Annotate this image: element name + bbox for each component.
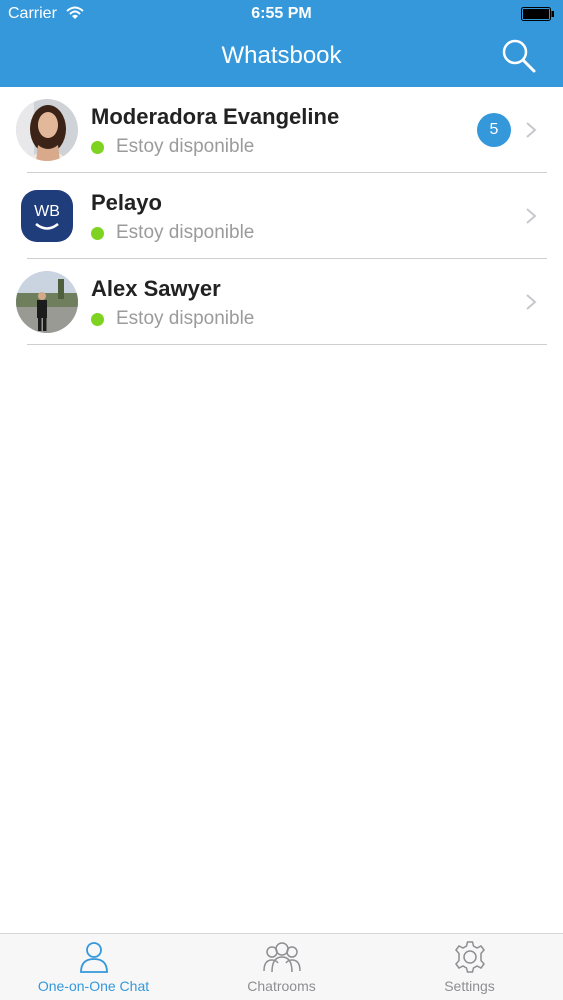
avatar-initials: WB	[34, 203, 60, 220]
presence-status: Estoy disponible	[116, 222, 255, 243]
status-bar: Carrier 6:55 PM	[0, 0, 563, 30]
battery-icon	[521, 7, 554, 21]
app-screen: Carrier 6:55 PM Whatsbook Moderadora Eva…	[0, 0, 563, 1000]
chat-row-alex-sawyer[interactable]: Alex Sawyer Estoy disponible	[0, 259, 563, 345]
tab-label: Settings	[444, 978, 495, 994]
contact-name: Alex Sawyer	[91, 276, 221, 301]
chat-list: Moderadora Evangeline Estoy disponible 5…	[0, 87, 563, 345]
tab-label: One-on-One Chat	[37, 978, 150, 994]
avatar	[16, 99, 78, 161]
person-icon	[79, 942, 108, 973]
tab-one-on-one-chat[interactable]: One-on-One Chat	[0, 934, 187, 1000]
chevron-right-icon	[526, 122, 537, 138]
presence-indicator	[91, 313, 104, 326]
contact-name: Pelayo	[91, 190, 162, 215]
status-time: 6:55 PM	[251, 5, 312, 22]
tab-label: Chatrooms	[247, 978, 316, 994]
presence-indicator	[91, 141, 104, 154]
gear-icon	[454, 941, 485, 973]
chevron-right-icon	[526, 294, 537, 310]
presence-status: Estoy disponible	[116, 136, 255, 157]
tab-settings[interactable]: Settings	[376, 934, 563, 1000]
chat-row-pelayo[interactable]: WB Pelayo Estoy disponible	[0, 173, 563, 259]
chevron-right-icon	[526, 208, 537, 224]
unread-badge: 5	[477, 113, 511, 147]
contact-name: Moderadora Evangeline	[91, 104, 340, 129]
tab-chatrooms[interactable]: Chatrooms	[188, 934, 375, 1000]
presence-status: Estoy disponible	[116, 308, 255, 329]
tab-bar: One-on-One Chat Chatrooms Settings	[0, 933, 563, 1000]
top-bar: Carrier 6:55 PM Whatsbook	[0, 0, 563, 87]
presence-indicator	[91, 227, 104, 240]
chat-row-moderadora-evangeline[interactable]: Moderadora Evangeline Estoy disponible 5	[0, 87, 563, 173]
avatar	[16, 271, 78, 333]
avatar: WB	[16, 185, 78, 247]
search-icon[interactable]	[501, 38, 537, 74]
group-icon	[262, 942, 301, 973]
row-divider	[27, 344, 547, 345]
page-title: Whatsbook	[221, 42, 342, 69]
